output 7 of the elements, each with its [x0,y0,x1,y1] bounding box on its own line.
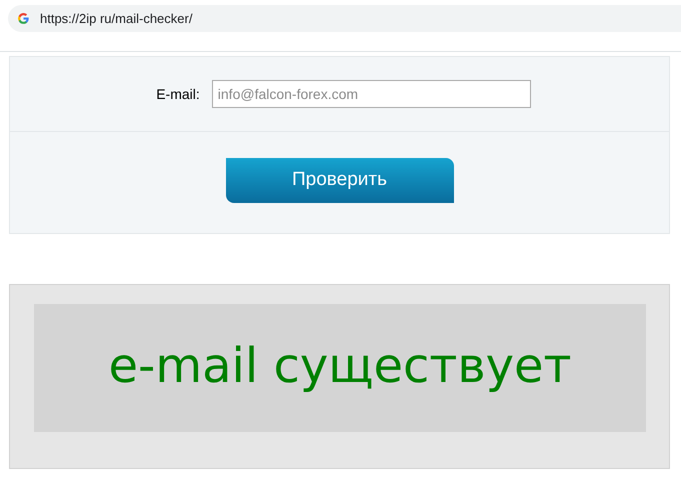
result-message: e-mail существует [108,342,572,394]
address-bar[interactable]: https://2ip ru/mail-checker/ [8,5,681,32]
url-text: https://2ip ru/mail-checker/ [40,10,192,28]
google-icon [17,12,30,25]
check-button[interactable]: Проверить [226,158,454,203]
email-label: E-mail: [156,84,200,104]
email-field[interactable]: info@falcon-forex.com [212,80,531,108]
